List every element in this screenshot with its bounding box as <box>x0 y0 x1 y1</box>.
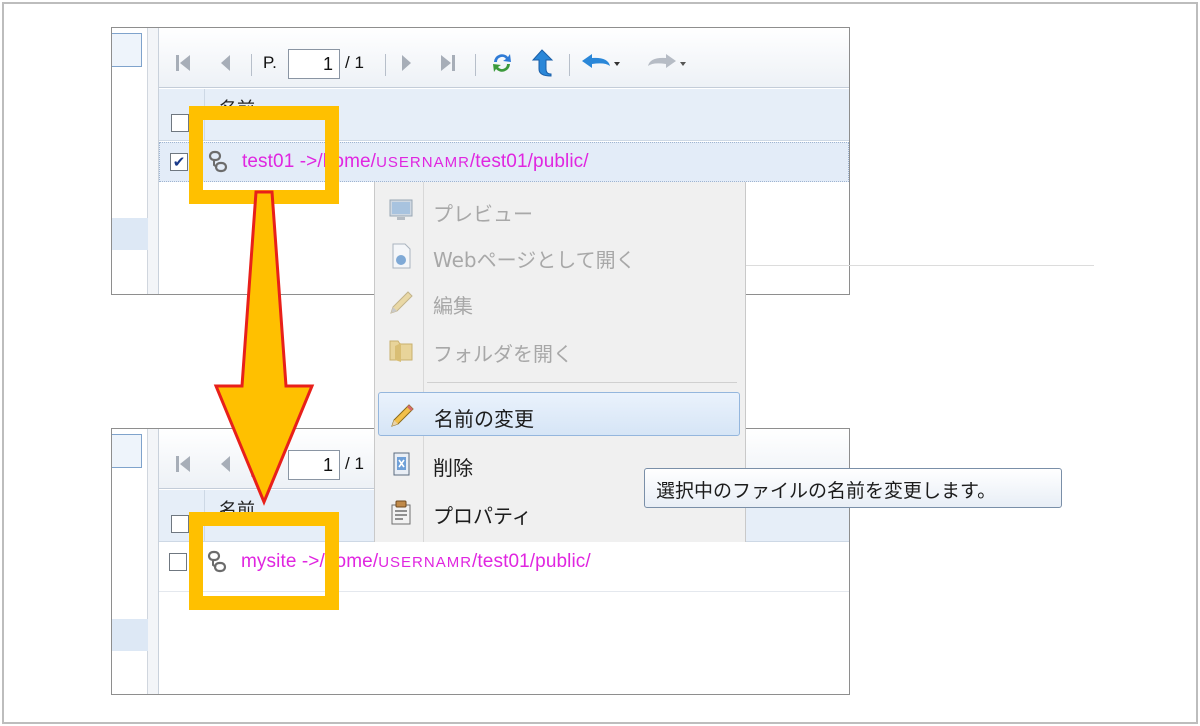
menu-item-open-folder[interactable]: フォルダを開く <box>375 328 745 372</box>
menu-item-label: 名前の変更 <box>434 407 534 431</box>
first-page-icon[interactable] <box>173 50 193 76</box>
highlight-box-after <box>189 512 339 610</box>
page-number-input[interactable]: 1 <box>288 49 340 79</box>
folder-icon <box>389 340 413 362</box>
toolbar-separator <box>385 54 386 76</box>
menu-item-label: フォルダを開く <box>433 342 573 366</box>
divider-line <box>746 265 1094 266</box>
path-user: USERNAMR <box>376 154 470 171</box>
next-page-icon[interactable] <box>397 50 417 76</box>
select-all-checkbox[interactable] <box>171 114 189 132</box>
pencil-icon <box>391 404 414 427</box>
folder-tree-selected-item[interactable] <box>112 434 142 468</box>
properties-icon <box>391 500 411 525</box>
row-checkbox[interactable] <box>169 553 187 571</box>
menu-item-label: 編集 <box>433 294 473 318</box>
total-pages-label: / 1 <box>345 53 364 72</box>
path-user: USERNAMR <box>378 554 473 571</box>
path-suffix: /test01/public/ <box>469 151 589 172</box>
toolbar-separator <box>475 54 476 76</box>
prev-page-icon[interactable] <box>215 50 235 76</box>
undo-dropdown-icon[interactable] <box>579 50 625 76</box>
menu-item-preview[interactable]: プレビュー <box>375 188 745 232</box>
splitter[interactable] <box>148 429 159 694</box>
first-page-icon[interactable] <box>173 451 193 477</box>
menu-item-label: プレビュー <box>433 202 533 226</box>
folder-tree-item[interactable] <box>112 619 148 651</box>
row-checkbox[interactable]: ✔ <box>170 153 188 171</box>
menu-item-label: 削除 <box>433 456 473 480</box>
redo-dropdown-icon[interactable] <box>645 50 691 76</box>
delete-icon <box>393 452 410 476</box>
page-prefix-label: P. <box>263 53 277 72</box>
menu-item-label: Webページとして開く <box>433 248 636 272</box>
menu-separator <box>427 382 737 383</box>
total-pages-label: / 1 <box>345 454 364 473</box>
web-page-icon <box>392 243 411 269</box>
toolbar: P. 1 / 1 <box>159 28 849 88</box>
folder-tree <box>112 28 148 294</box>
toolbar-separator <box>569 54 570 76</box>
folder-tree-item[interactable] <box>112 218 148 250</box>
folder-tree-selected-item[interactable] <box>112 33 142 67</box>
rename-tooltip: 選択中のファイルの名前を変更します。 <box>644 468 1062 508</box>
select-all-checkbox[interactable] <box>171 515 189 533</box>
pencil-icon <box>390 291 413 314</box>
menu-item-rename[interactable]: 名前の変更 <box>378 392 740 436</box>
menu-item-open-as-web-page[interactable]: Webページとして開く <box>375 234 745 278</box>
menu-item-label: プロパティ <box>433 504 532 528</box>
down-arrow-icon <box>213 190 315 506</box>
up-folder-icon[interactable] <box>527 49 557 77</box>
menu-item-edit[interactable]: 編集 <box>375 280 745 324</box>
monitor-icon <box>389 199 413 220</box>
splitter[interactable] <box>148 28 159 294</box>
toolbar-separator <box>251 54 252 76</box>
path-suffix: /test01/public/ <box>472 551 591 572</box>
folder-tree <box>112 429 148 694</box>
refresh-icon[interactable] <box>487 50 517 76</box>
last-page-icon[interactable] <box>437 50 459 76</box>
